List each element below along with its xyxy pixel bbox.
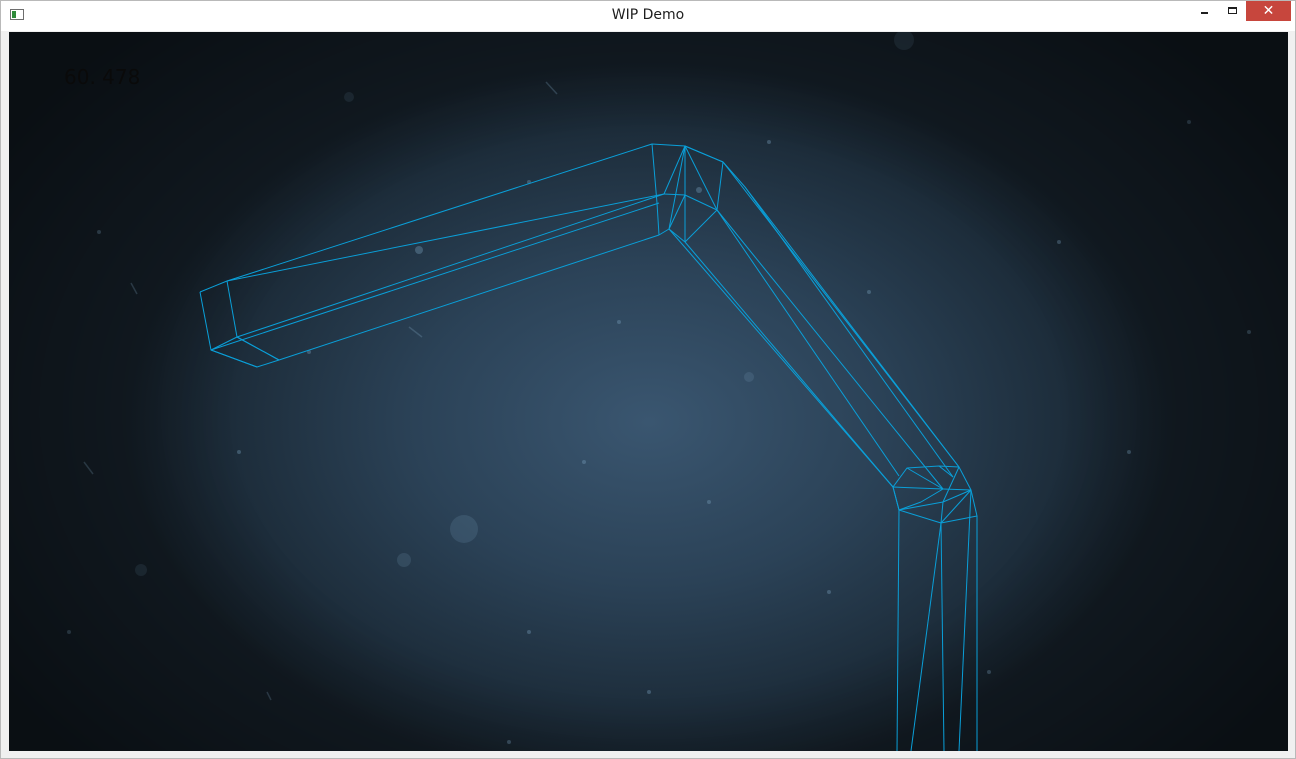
close-button[interactable]: ✕ — [1246, 1, 1291, 21]
minimize-icon — [1201, 12, 1208, 14]
maximize-icon — [1228, 7, 1237, 14]
minimize-button[interactable] — [1191, 1, 1218, 21]
app-window: WIP Demo ✕ 60. 478 — [0, 0, 1296, 759]
wireframe-mesh[interactable] — [9, 32, 1288, 751]
render-viewport[interactable]: 60. 478 — [9, 32, 1288, 751]
window-title: WIP Demo — [611, 7, 685, 23]
maximize-button[interactable] — [1219, 1, 1246, 21]
close-icon: ✕ — [1262, 3, 1275, 19]
title-bar[interactable]: WIP Demo ✕ — [1, 1, 1295, 31]
fps-counter: 60. 478 — [64, 65, 141, 89]
